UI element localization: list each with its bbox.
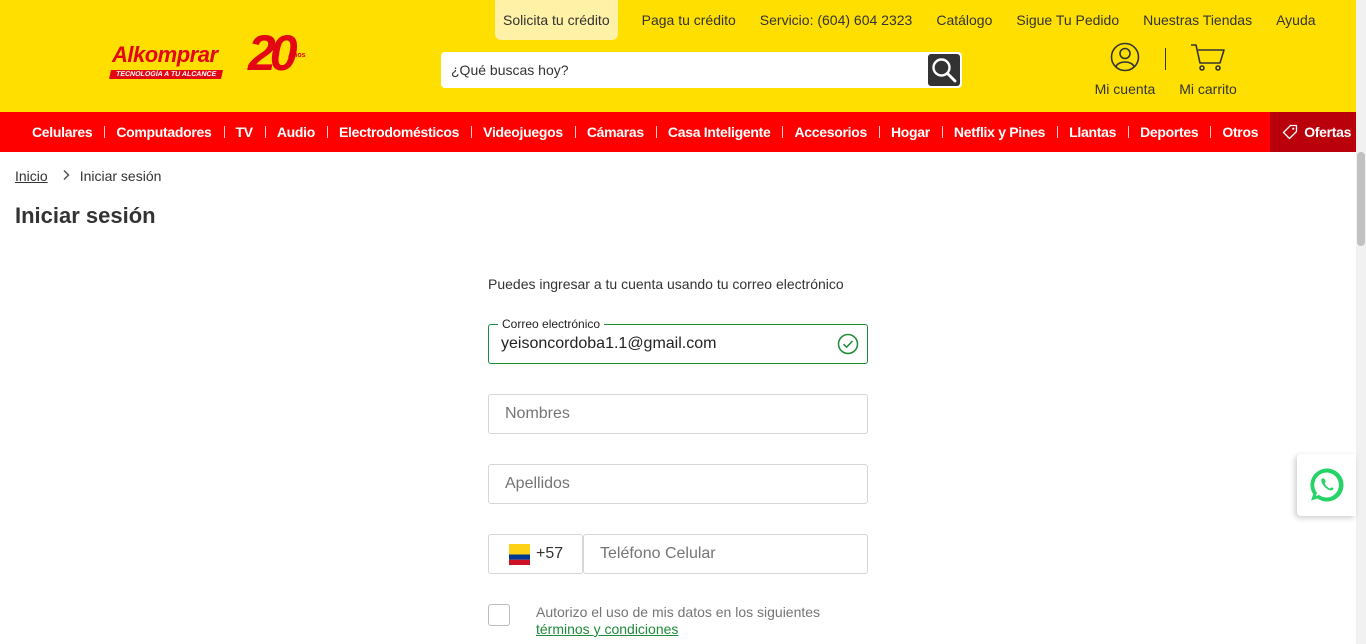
consent-text: Autorizo el uso de mis datos en los sigu… [536,604,820,638]
breadcrumb: Inicio Iniciar sesión [15,168,161,184]
search-button[interactable] [928,54,960,86]
cart-button[interactable]: Mi carrito [1175,42,1241,97]
tag-icon [1283,124,1298,140]
nav-ofertas-label: Ofertas [1304,124,1352,140]
top-link-nuestras-tiendas[interactable]: Nuestras Tiendas [1131,0,1264,40]
breadcrumb-current: Iniciar sesión [79,168,162,184]
last-name-field[interactable] [489,465,867,503]
nav-item-celulares[interactable]: Celulares [20,112,104,152]
user-icon [1110,42,1140,72]
phone-country-code: +57 [536,545,564,562]
email-field-label: Correo electrónico [498,317,605,331]
nav-item-audio[interactable]: Audio [264,112,327,152]
nav-item-tv[interactable]: TV [223,112,265,152]
top-link-sigue-pedido[interactable]: Sigue Tu Pedido [1004,0,1131,40]
whatsapp-icon [1309,468,1343,502]
logo-wordmark: Alkomprar [112,42,218,67]
colombia-flag-icon [509,543,530,565]
logo-anniversary-number: 20 [248,25,298,81]
chevron-right-icon [62,168,70,184]
account-label: Mi cuenta [1094,81,1156,97]
consent-label: Autorizo el uso de mis datos en los sigu… [536,604,821,620]
terms-link[interactable]: términos y condiciones [536,621,678,637]
nav-item-casa-inteligente[interactable]: Casa Inteligente [655,112,783,152]
cart-icon [1191,44,1225,71]
page-scrollbar[interactable] [1356,0,1366,644]
alkomprar-logo[interactable]: Alkomprar TECNOLOGÍA A TU ALCANCE 20 Año… [108,25,322,84]
nav-item-videojuegos[interactable]: Videojuegos [471,112,575,152]
nav-item-ofertas[interactable]: Ofertas [1270,112,1364,152]
nav-item-deportes[interactable]: Deportes [1128,112,1210,152]
top-link-paga-credito[interactable]: Paga tu crédito [630,0,748,40]
nav-item-otros[interactable]: Otros [1210,112,1270,152]
first-name-field[interactable] [489,395,867,433]
phone-field-container [583,534,868,574]
nav-item-llantas[interactable]: Llantas [1057,112,1128,152]
consent-checkbox[interactable] [488,604,510,626]
search-input[interactable] [441,52,921,88]
top-links: Solicita tu crédito Paga tu crédito Serv… [495,0,1328,40]
breadcrumb-home-link[interactable]: Inicio [15,168,48,184]
logo-anniversary-suffix: Años [288,52,306,59]
scrollbar-thumb[interactable] [1357,152,1365,246]
nav-item-hogar[interactable]: Hogar [878,112,942,152]
last-name-container [488,464,868,504]
top-link-solicita-credito[interactable]: Solicita tu crédito [495,0,618,40]
nav-item-computadores[interactable]: Computadores [104,112,223,152]
page-title: Iniciar sesión [15,203,156,228]
account-button[interactable]: Mi cuenta [1092,42,1158,97]
cart-label: Mi carrito [1179,81,1237,97]
category-nav: Celulares Computadores TV Audio Electrod… [0,112,1364,152]
top-link-servicio-phone[interactable]: Servicio: (604) 604 2323 [748,0,925,40]
nav-item-netflix-pines[interactable]: Netflix y Pines [941,112,1057,152]
phone-country-code-select[interactable]: +57 [488,534,583,574]
login-intro-text: Puedes ingresar a tu cuenta usando tu co… [488,276,844,292]
nav-item-camaras[interactable]: Cámaras [574,112,656,152]
header-divider [1165,48,1166,70]
logo-tagline: TECNOLOGÍA A TU ALCANCE [109,70,224,79]
top-link-catalogo[interactable]: Catálogo [924,0,1004,40]
nav-item-accesorios[interactable]: Accesorios [782,112,878,152]
email-field-container: Correo electrónico [488,317,868,364]
nav-item-electrodomesticos[interactable]: Electrodomésticos [326,112,471,152]
first-name-container [488,394,868,434]
phone-field[interactable] [584,535,867,573]
site-header: Alkomprar TECNOLOGÍA A TU ALCANCE 20 Año… [0,0,1356,112]
check-circle-icon [837,333,859,355]
top-link-ayuda[interactable]: Ayuda [1264,0,1327,40]
search-bar [441,52,962,88]
search-icon [932,58,957,83]
whatsapp-button[interactable] [1297,454,1356,516]
